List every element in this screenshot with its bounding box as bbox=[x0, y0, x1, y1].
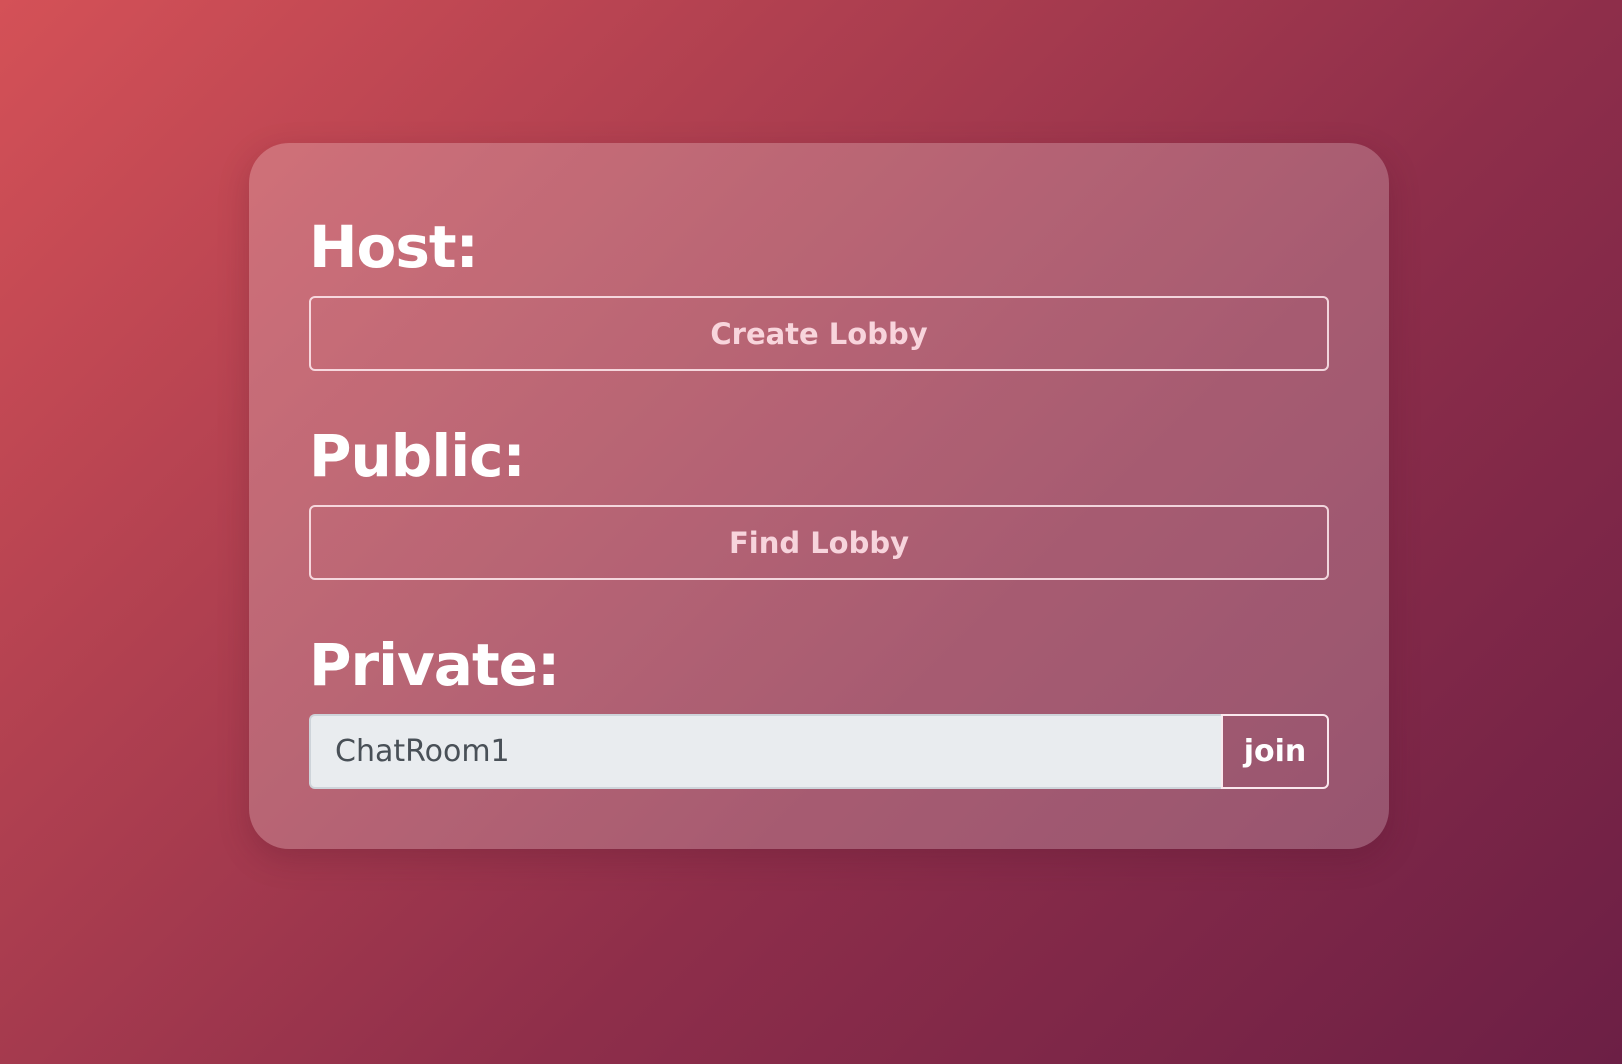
join-button[interactable]: join bbox=[1221, 714, 1329, 789]
create-lobby-button[interactable]: Create Lobby bbox=[309, 296, 1329, 371]
find-lobby-button[interactable]: Find Lobby bbox=[309, 505, 1329, 580]
public-heading: Public: bbox=[309, 422, 526, 490]
private-join-group: join bbox=[309, 714, 1329, 789]
lobby-card: Host: Create Lobby Public: Find Lobby Pr… bbox=[249, 143, 1389, 849]
private-heading: Private: bbox=[309, 631, 560, 699]
room-name-input[interactable] bbox=[309, 714, 1221, 789]
host-heading: Host: bbox=[309, 213, 479, 281]
